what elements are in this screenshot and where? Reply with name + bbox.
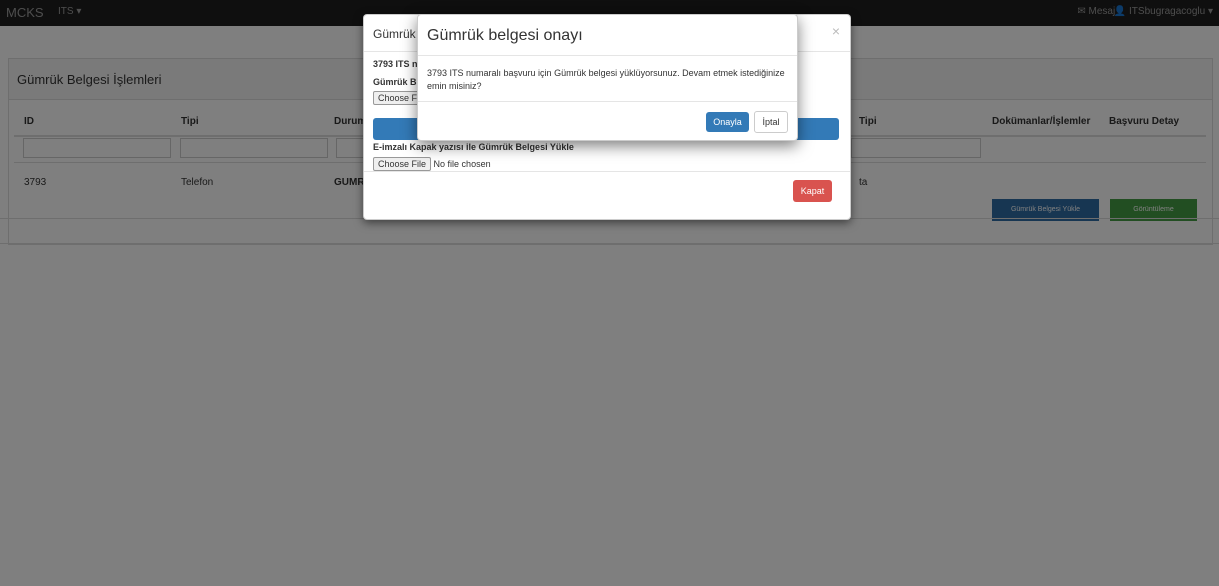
file-status-text: No file chosen	[433, 159, 491, 169]
divider	[418, 101, 797, 102]
confirm-message: 3793 ITS numaralı başvuru için Gümrük be…	[427, 68, 785, 91]
upload-info-text: 3793 ITS n	[373, 59, 418, 69]
confirm-modal-title: Gümrük belgesi onayı	[427, 27, 583, 44]
customs-file-input[interactable]: Choose F	[373, 91, 423, 105]
cover-letter-file-input[interactable]: Choose File No file chosen	[373, 157, 491, 171]
customs-file-label: Gümrük B	[373, 77, 417, 87]
close-icon[interactable]: ×	[832, 23, 840, 39]
divider	[364, 171, 850, 172]
choose-file-button[interactable]: Choose F	[373, 91, 423, 105]
confirm-button[interactable]: Onayla	[706, 112, 749, 132]
cancel-button[interactable]: İptal	[754, 111, 788, 133]
close-button[interactable]: Kapat	[793, 180, 832, 202]
divider	[418, 55, 797, 56]
upload-modal-title: Gümrük	[373, 27, 416, 41]
choose-file-button[interactable]: Choose File	[373, 157, 432, 171]
confirm-modal: Gümrük belgesi onayı 3793 ITS numaralı b…	[417, 14, 798, 141]
cover-letter-label: E-imzalı Kapak yazısı ile Gümrük Belgesi…	[373, 142, 574, 152]
